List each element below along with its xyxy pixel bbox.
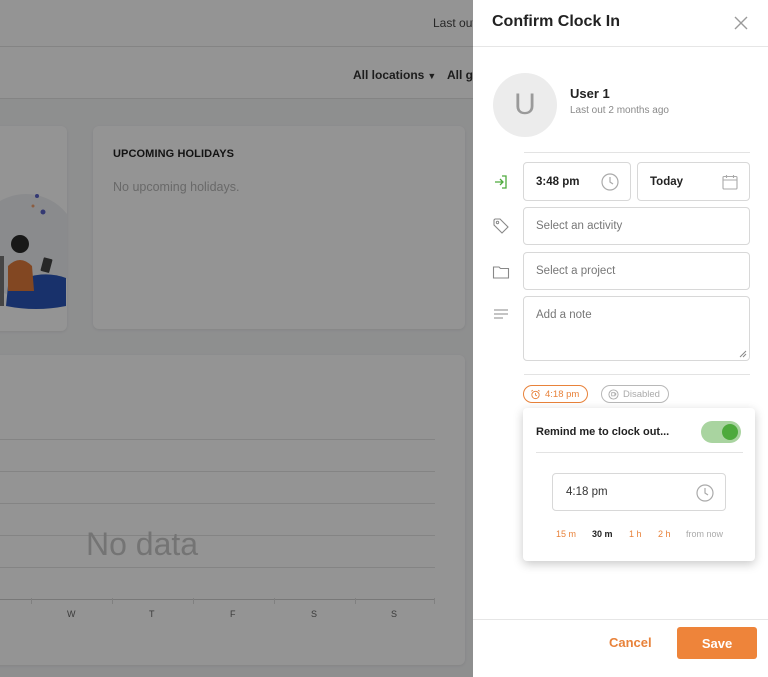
reminder-pill[interactable]: 4:18 pm — [523, 385, 589, 403]
activity-select[interactable]: Select an activity — [523, 207, 750, 245]
divider — [536, 452, 743, 453]
quick-option-15m[interactable]: 15 m — [556, 529, 576, 539]
tag-icon — [492, 217, 510, 235]
clock-in-date-field[interactable]: Today — [637, 162, 750, 201]
quick-option-30m[interactable]: 30 m — [592, 529, 613, 539]
clock-icon — [696, 484, 714, 502]
coffee-icon — [608, 388, 619, 400]
breaks-pill[interactable]: Disabled — [601, 385, 669, 403]
drawer-header: Confirm Clock In — [473, 0, 768, 47]
confirm-clock-in-drawer: Confirm Clock In U User 1 Last out 2 mon… — [473, 0, 768, 677]
toggle-knob — [722, 424, 738, 440]
clock-icon — [601, 172, 619, 191]
activity-placeholder: Select an activity — [536, 220, 623, 232]
note-placeholder: Add a note — [536, 309, 592, 321]
cancel-button[interactable]: Cancel — [609, 635, 652, 650]
clock-in-time-field[interactable]: 3:48 pm — [523, 162, 631, 201]
user-last-out: Last out 2 months ago — [570, 105, 669, 116]
drawer-footer: Cancel Save — [473, 619, 768, 677]
clock-in-date-value: Today — [650, 175, 684, 188]
note-textarea[interactable]: Add a note — [523, 296, 750, 361]
close-icon — [734, 16, 748, 30]
clock-in-time-value: 3:48 pm — [536, 175, 580, 188]
reminder-popover: Remind me to clock out... 4:18 pm 15 m 3… — [523, 408, 755, 561]
avatar: U — [493, 73, 557, 137]
divider — [524, 374, 750, 375]
quick-option-2h[interactable]: 2 h — [658, 529, 671, 539]
project-placeholder: Select a project — [536, 265, 616, 277]
breaks-pill-label: Disabled — [623, 388, 660, 400]
quick-option-1h[interactable]: 1 h — [629, 529, 642, 539]
from-now-label: from now — [686, 529, 724, 539]
reminder-time-value: 4:18 pm — [566, 486, 608, 498]
reminder-pill-label: 4:18 pm — [545, 388, 580, 400]
user-name: User 1 — [570, 86, 610, 101]
save-button[interactable]: Save — [677, 627, 757, 659]
reminder-toggle[interactable] — [701, 421, 741, 443]
drawer-title: Confirm Clock In — [492, 13, 621, 30]
reminder-time-field[interactable]: 4:18 pm — [552, 473, 726, 511]
project-select[interactable]: Select a project — [523, 252, 750, 290]
clock-in-icon — [492, 173, 510, 191]
resize-handle-icon[interactable] — [739, 350, 747, 358]
reminder-label: Remind me to clock out... — [536, 426, 670, 438]
calendar-icon — [722, 174, 738, 190]
note-lines-icon — [492, 306, 510, 324]
folder-icon — [492, 263, 510, 281]
alarm-icon — [531, 389, 540, 399]
close-button[interactable] — [730, 12, 752, 34]
divider — [524, 152, 750, 153]
